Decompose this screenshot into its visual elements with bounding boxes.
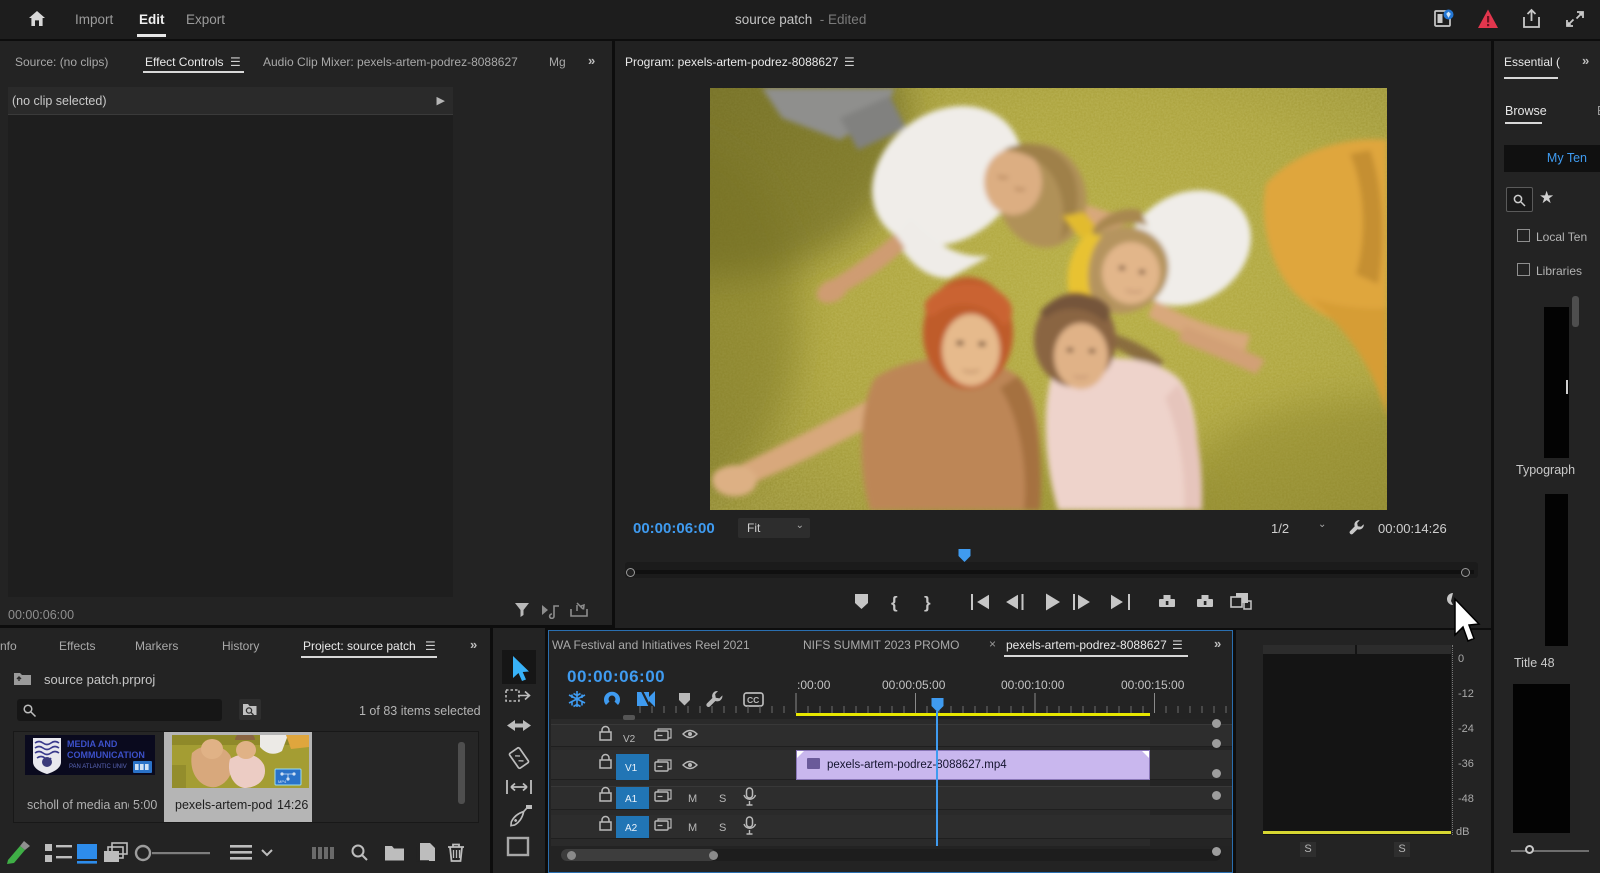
svg-text:V2: V2 (623, 734, 636, 745)
svg-text:A2: A2 (625, 823, 638, 834)
svg-text:S: S (719, 793, 726, 805)
svg-text:V1: V1 (625, 763, 638, 774)
svg-text:PAN ATLANTIC UNIV: PAN ATLANTIC UNIV (69, 764, 127, 770)
svg-text:{: { (891, 593, 898, 612)
svg-text:M: M (688, 822, 697, 834)
svg-text:S: S (719, 822, 726, 834)
svg-text:M: M (688, 793, 697, 805)
svg-text:}: } (924, 593, 931, 612)
svg-text:MEDIA AND: MEDIA AND (67, 739, 118, 749)
svg-text:A1: A1 (625, 794, 638, 805)
svg-text:MP4: MP4 (278, 779, 287, 784)
svg-text:COMMUNICATION: COMMUNICATION (67, 750, 145, 760)
